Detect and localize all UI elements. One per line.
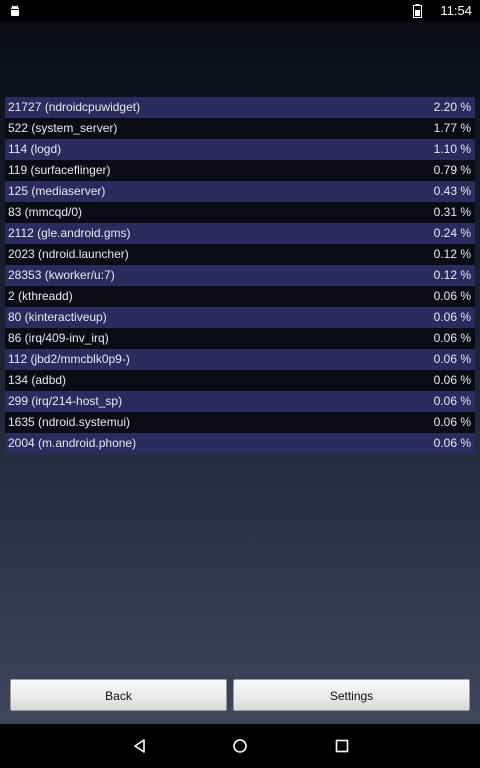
process-cpu-usage: 0.06 % xyxy=(433,331,471,345)
process-list[interactable]: 21727 (ndroidcpuwidget) 2.20 % 522 (system… xyxy=(5,97,475,454)
process-name: 125 (mediaserver) xyxy=(8,184,106,198)
process-name: 80 (kinteractiveup) xyxy=(8,310,107,324)
process-name: 114 (logd) xyxy=(8,142,62,156)
process-cpu-usage: 1.10 % xyxy=(433,142,471,156)
process-row[interactable]: 21727 (ndroidcpuwidget) 2.20 % xyxy=(5,97,475,118)
process-name: 134 (adbd) xyxy=(8,373,67,387)
settings-button[interactable]: Settings xyxy=(233,679,470,711)
process-cpu-usage: 0.12 % xyxy=(433,268,471,282)
process-name: 28353 (kworker/u:7) xyxy=(8,268,115,282)
process-row[interactable]: 125 (mediaserver) 0.43 % xyxy=(5,181,475,202)
process-name: 2112 (gle.android.gms) xyxy=(8,226,131,240)
process-row[interactable]: 2004 (m.android.phone) 0.06 % xyxy=(5,433,475,454)
process-name: 2023 (ndroid.launcher) xyxy=(8,247,129,261)
process-name: 119 (surfaceflinger) xyxy=(8,163,111,177)
android-icon xyxy=(11,5,19,16)
process-row[interactable]: 86 (irq/409-inv_irq) 0.06 % xyxy=(5,328,475,349)
process-row[interactable]: 522 (system_server) 1.77 % xyxy=(5,118,475,139)
process-row[interactable]: 2 (kthreadd) 0.06 % xyxy=(5,286,475,307)
process-name: 299 (irq/214-host_sp) xyxy=(8,394,123,408)
process-cpu-usage: 0.06 % xyxy=(433,352,471,366)
navigation-bar xyxy=(0,724,480,768)
button-bar: Back Settings xyxy=(0,677,480,722)
process-cpu-usage: 0.31 % xyxy=(433,205,471,219)
process-row[interactable]: 114 (logd) 1.10 % xyxy=(5,139,475,160)
process-name: 112 (jbd2/mmcblk0p9-) xyxy=(8,352,130,366)
process-row[interactable]: 83 (mmcqd/0) 0.31 % xyxy=(5,202,475,223)
process-cpu-usage: 0.06 % xyxy=(433,289,471,303)
app-content: 21727 (ndroidcpuwidget) 2.20 % 522 (system… xyxy=(0,22,480,724)
process-name: 2004 (m.android.phone) xyxy=(8,436,137,450)
process-row[interactable]: 2023 (ndroid.launcher) 0.12 % xyxy=(5,244,475,265)
status-time: 11:54 xyxy=(440,3,472,18)
status-bar: 11:54 xyxy=(0,0,480,22)
process-name: 83 (mmcqd/0) xyxy=(8,205,83,219)
process-cpu-usage: 0.12 % xyxy=(433,247,471,261)
back-icon[interactable] xyxy=(132,738,148,754)
recents-icon[interactable] xyxy=(334,738,350,754)
process-row[interactable]: 2112 (gle.android.gms) 0.24 % xyxy=(5,223,475,244)
process-row[interactable]: 134 (adbd) 0.06 % xyxy=(5,370,475,391)
process-row[interactable]: 299 (irq/214-host_sp) 0.06 % xyxy=(5,391,475,412)
process-name: 21727 (ndroidcpuwidget) xyxy=(8,100,141,114)
home-icon[interactable] xyxy=(232,738,248,754)
process-cpu-usage: 0.06 % xyxy=(433,415,471,429)
process-name: 522 (system_server) xyxy=(8,121,118,135)
battery-icon xyxy=(413,4,422,18)
process-cpu-usage: 0.06 % xyxy=(433,394,471,408)
process-row[interactable]: 80 (kinteractiveup) 0.06 % xyxy=(5,307,475,328)
process-name: 2 (kthreadd) xyxy=(8,289,73,303)
process-cpu-usage: 0.06 % xyxy=(433,373,471,387)
process-cpu-usage: 0.06 % xyxy=(433,436,471,450)
process-cpu-usage: 0.43 % xyxy=(433,184,471,198)
process-cpu-usage: 0.06 % xyxy=(433,310,471,324)
process-cpu-usage: 2.20 % xyxy=(433,100,471,114)
process-row[interactable]: 1635 (ndroid.systemui) 0.06 % xyxy=(5,412,475,433)
process-cpu-usage: 0.79 % xyxy=(433,163,471,177)
process-row[interactable]: 119 (surfaceflinger) 0.79 % xyxy=(5,160,475,181)
process-name: 86 (irq/409-inv_irq) xyxy=(8,331,109,345)
process-cpu-usage: 0.24 % xyxy=(433,226,471,240)
process-row[interactable]: 28353 (kworker/u:7) 0.12 % xyxy=(5,265,475,286)
process-name: 1635 (ndroid.systemui) xyxy=(8,415,131,429)
process-row[interactable]: 112 (jbd2/mmcblk0p9-) 0.06 % xyxy=(5,349,475,370)
process-cpu-usage: 1.77 % xyxy=(433,121,471,135)
back-button[interactable]: Back xyxy=(10,679,227,711)
